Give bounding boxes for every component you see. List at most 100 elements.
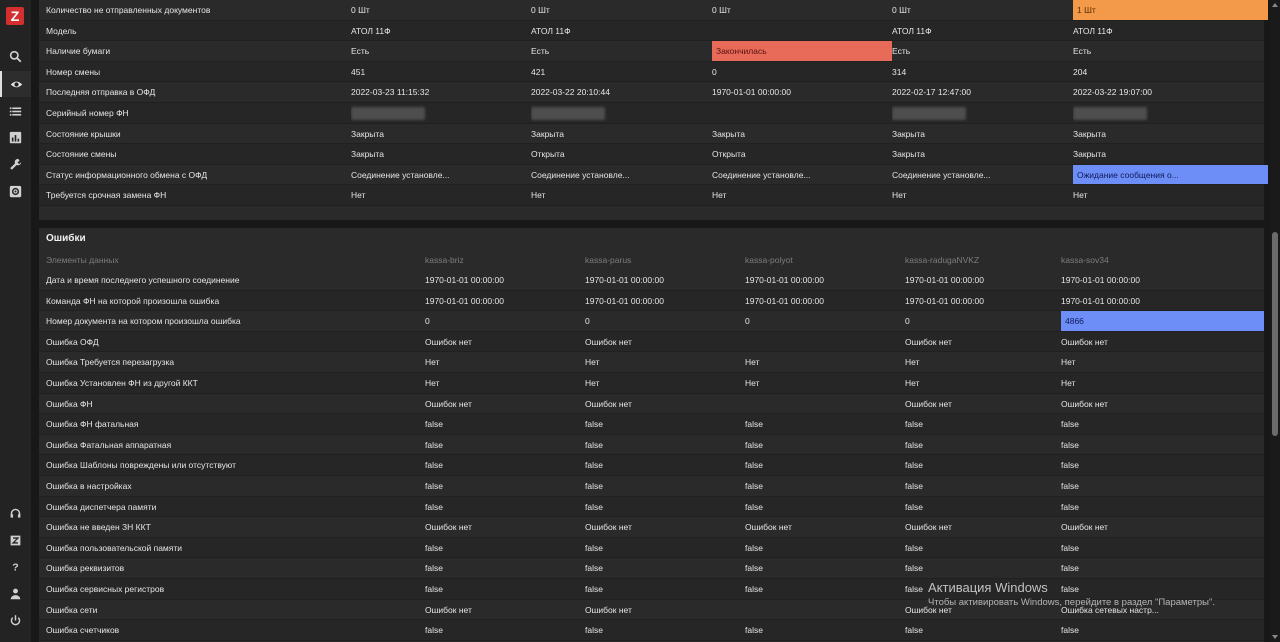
value-cell[interactable]: 2022-03-23 11:15:32 <box>351 82 527 102</box>
value-cell[interactable]: Соединение установле... <box>892 165 1068 185</box>
value-cell[interactable]: Есть <box>892 41 1068 61</box>
value-cell[interactable]: false <box>425 435 581 455</box>
value-cell[interactable]: false <box>905 579 1061 599</box>
value-cell[interactable]: Нет <box>1073 185 1264 205</box>
value-cell[interactable]: false <box>425 538 581 558</box>
value-cell[interactable]: 0 <box>425 311 581 331</box>
value-cell[interactable]: 451 <box>351 62 527 82</box>
value-cell[interactable]: 1970-01-01 00:00:00 <box>905 291 1061 311</box>
value-cell[interactable]: Ошибок нет <box>745 517 901 537</box>
value-cell[interactable]: Ошибок нет <box>585 332 741 352</box>
value-cell[interactable]: Соединение установле... <box>531 165 707 185</box>
value-cell[interactable]: Нет <box>712 185 888 205</box>
value-cell[interactable]: Ошибок нет <box>425 332 581 352</box>
value-cell[interactable]: Ошибка сетевых настр... <box>1061 600 1264 620</box>
user-icon[interactable] <box>0 580 31 606</box>
value-cell[interactable]: АТОЛ 11Ф <box>1073 21 1264 41</box>
value-cell[interactable]: Ошибок нет <box>425 517 581 537</box>
wrench-icon[interactable] <box>0 151 31 177</box>
value-cell[interactable]: 0 <box>905 311 1061 331</box>
value-cell[interactable] <box>745 394 901 414</box>
headset-icon[interactable] <box>0 500 31 526</box>
value-cell[interactable]: Открыта <box>531 144 707 164</box>
value-cell[interactable]: false <box>1061 579 1264 599</box>
value-cell[interactable]: Ошибок нет <box>905 600 1061 620</box>
value-cell[interactable]: Соединение установле... <box>351 165 527 185</box>
value-cell[interactable]: Ошибок нет <box>905 517 1061 537</box>
value-cell[interactable]: false <box>1061 476 1264 496</box>
value-cell[interactable]: АТОЛ 11Ф <box>892 21 1068 41</box>
value-cell[interactable]: Ожидание сообщения о... <box>1073 164 1268 185</box>
value-cell[interactable]: false <box>585 435 741 455</box>
value-cell[interactable]: Есть <box>531 41 707 61</box>
value-cell[interactable]: false <box>585 455 741 475</box>
value-cell[interactable]: false <box>1061 538 1264 558</box>
value-cell[interactable]: Ошибок нет <box>1061 517 1264 537</box>
scroll-up-arrow-icon[interactable] <box>1272 3 1278 7</box>
value-cell[interactable]: 0 <box>585 311 741 331</box>
value-cell[interactable]: Нет <box>905 352 1061 372</box>
value-cell[interactable]: false <box>745 579 901 599</box>
value-cell[interactable]: 204 <box>1073 62 1264 82</box>
value-cell[interactable]: Ошибок нет <box>905 332 1061 352</box>
value-cell[interactable]: 1 Шт <box>1073 0 1268 20</box>
value-cell[interactable]: 1970-01-01 00:00:00 <box>1061 291 1264 311</box>
value-cell[interactable]: false <box>1061 620 1264 640</box>
value-cell[interactable]: Закрыта <box>1073 144 1264 164</box>
value-cell[interactable] <box>531 103 707 123</box>
value-cell[interactable]: false <box>585 558 741 578</box>
column-header[interactable]: kassa-sov34 <box>1061 250 1264 270</box>
value-cell[interactable]: false <box>425 414 581 434</box>
value-cell[interactable]: Есть <box>1073 41 1264 61</box>
value-cell[interactable]: Нет <box>585 373 741 393</box>
value-cell[interactable]: Ошибок нет <box>1061 394 1264 414</box>
help-icon[interactable]: ? <box>0 553 31 579</box>
value-cell[interactable]: Нет <box>585 352 741 372</box>
value-cell[interactable]: Нет <box>531 185 707 205</box>
value-cell[interactable]: АТОЛ 11Ф <box>531 21 707 41</box>
value-cell[interactable]: Ошибок нет <box>585 394 741 414</box>
value-cell[interactable]: false <box>745 435 901 455</box>
value-cell[interactable]: Открыта <box>712 144 888 164</box>
value-cell[interactable]: 1970-01-01 00:00:00 <box>585 291 741 311</box>
value-cell[interactable]: false <box>905 435 1061 455</box>
value-cell[interactable]: false <box>905 538 1061 558</box>
search-icon[interactable] <box>0 43 31 69</box>
value-cell[interactable]: false <box>425 620 581 640</box>
value-cell[interactable]: АТОЛ 11Ф <box>351 21 527 41</box>
scrollbar-thumb[interactable] <box>1272 232 1278 436</box>
value-cell[interactable]: 1970-01-01 00:00:00 <box>425 270 581 290</box>
value-cell[interactable]: Закрыта <box>531 124 707 144</box>
scroll-down-arrow-icon[interactable] <box>1272 635 1278 639</box>
value-cell[interactable]: Ошибок нет <box>585 600 741 620</box>
value-cell[interactable]: 2022-03-22 19:07:00 <box>1073 82 1264 102</box>
value-cell[interactable]: false <box>585 538 741 558</box>
value-cell[interactable]: false <box>585 620 741 640</box>
value-cell[interactable]: false <box>905 620 1061 640</box>
value-cell[interactable]: false <box>585 476 741 496</box>
value-cell[interactable]: 1970-01-01 00:00:00 <box>425 291 581 311</box>
power-icon[interactable] <box>0 607 31 633</box>
chart-icon[interactable] <box>0 124 31 150</box>
value-cell[interactable]: 4866 <box>1061 311 1264 331</box>
value-cell[interactable]: Ошибок нет <box>1061 332 1264 352</box>
value-cell[interactable]: false <box>585 497 741 517</box>
value-cell[interactable] <box>1073 103 1264 123</box>
value-cell[interactable]: 1970-01-01 00:00:00 <box>745 270 901 290</box>
value-cell[interactable]: Нет <box>425 373 581 393</box>
value-cell[interactable]: 1970-01-01 00:00:00 <box>1061 270 1264 290</box>
value-cell[interactable]: Закрыта <box>351 144 527 164</box>
value-cell[interactable]: false <box>745 414 901 434</box>
value-cell[interactable]: false <box>425 476 581 496</box>
value-cell[interactable]: 1970-01-01 00:00:00 <box>712 82 888 102</box>
column-header[interactable]: kassa-briz <box>425 250 581 270</box>
value-cell[interactable] <box>745 600 901 620</box>
value-cell[interactable]: false <box>745 620 901 640</box>
scrollbar[interactable] <box>1270 0 1280 642</box>
value-cell[interactable]: Закрыта <box>712 124 888 144</box>
value-cell[interactable]: false <box>745 476 901 496</box>
value-cell[interactable] <box>712 103 888 123</box>
value-cell[interactable]: false <box>1061 455 1264 475</box>
value-cell[interactable]: false <box>745 558 901 578</box>
value-cell[interactable]: Нет <box>1061 352 1264 372</box>
